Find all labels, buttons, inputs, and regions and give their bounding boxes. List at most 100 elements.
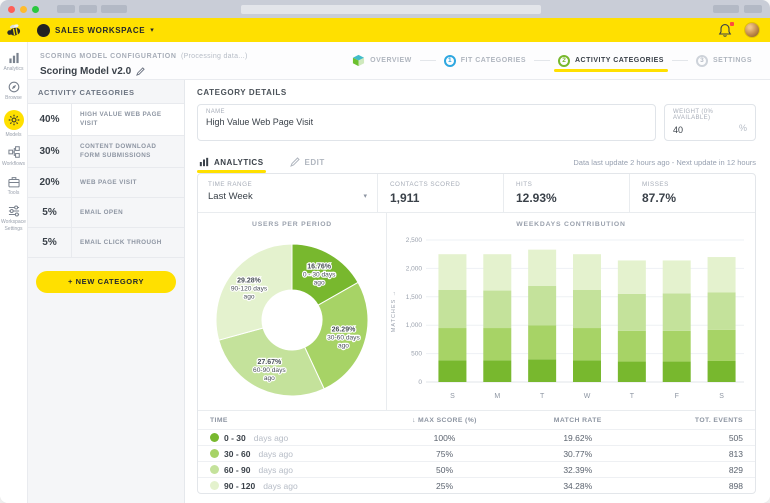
category-details-section: CATEGORY DETAILS NAME High Value Web Pag… [185,80,770,503]
page-title: Scoring Model v2.0 [40,65,132,77]
workspace-name: SALES WORKSPACE [55,25,146,35]
svg-text:S: S [450,393,455,400]
svg-text:2,000: 2,000 [406,265,423,272]
table-row: 0 - 30 days ago 100% 19.62% 505 [198,429,755,445]
legend-dot [210,433,219,442]
step-activity-categories[interactable]: 2 ACTIVITY CATEGORIES [554,42,668,79]
minimize-window-button[interactable] [20,5,27,13]
workflow-icon [7,146,20,159]
time-range-value: Last Week [208,191,253,202]
zoom-window-button[interactable] [32,5,39,13]
svg-text:1,500: 1,500 [406,294,423,301]
chevron-down-icon: ▾ [150,27,154,34]
category-row-email-open[interactable]: 5% EMAIL OPEN [28,196,184,227]
svg-text:T: T [540,393,545,400]
step-number-badge: 2 [558,54,570,67]
data-update-note: Data last update 2 hours ago - Next upda… [573,158,756,167]
detail-tabs: ANALYTICS EDIT Data last update 2 hours … [197,151,756,173]
weight-field[interactable]: WEIGHT (0% AVAILABLE) 40 % [664,104,756,141]
edit-title-pencil-icon[interactable] [136,66,145,76]
svg-text:2,500: 2,500 [406,237,423,244]
sidebar-item-browse[interactable]: Browse [0,77,27,104]
users-per-period-chart: USERS PER PERIOD 16.76% 0 - 30 days ago 26.… [198,213,386,410]
table-row: 60 - 90 days ago 50% 32.39% 829 [198,461,755,477]
chart-title: WEEKDAYS CONTRIBUTION [516,221,626,228]
svg-text:500: 500 [411,351,422,358]
breadcrumb: SCORING MODEL CONFIGURATION [40,52,177,60]
browser-control-placeholder [713,5,739,13]
step-connector [534,60,550,61]
close-window-button[interactable] [8,5,15,13]
time-range-select[interactable]: TIME RANGE Last Week ▾ [198,174,378,212]
notification-badge [730,21,734,26]
workspace-switcher[interactable]: SALES WORKSPACE ▾ [37,23,154,37]
activity-categories-panel: ACTIVITY CATEGORIES 40% HIGH VALUE WEB P… [28,80,185,503]
svg-text:1,000: 1,000 [406,322,423,329]
icon-sidebar: Analytics Browse Models Workflows Tools … [0,42,28,503]
stats-row: TIME RANGE Last Week ▾ CONTACTS SCORED 1… [198,174,755,213]
period-stats-table: TIME ↓ MAX SCORE (%) MATCH RATE TOT. EVEN… [198,411,755,493]
browser-tab-placeholder [101,5,127,13]
pencil-icon [289,157,300,167]
sidebar-item-workspace-settings[interactable]: Workspace Settings [0,201,27,235]
stat-hits: HITS 12.93% [504,174,630,212]
cube-icon [353,54,365,67]
panel-title: ACTIVITY CATEGORIES [38,88,135,97]
user-avatar[interactable] [744,22,760,38]
step-connector [419,60,436,61]
step-connector [671,60,688,61]
compass-icon [7,80,20,93]
wizard-steps: OVERVIEW 1 FIT CATEGORIES 2 ACTIVITY CAT… [352,42,752,79]
category-row-web-page-visit[interactable]: 20% WEB PAGE VISIT [28,166,184,197]
briefcase-icon [7,175,20,188]
tab-analytics[interactable]: ANALYTICS [197,157,266,173]
percent-suffix: % [738,123,747,133]
legend-dot [210,449,219,458]
sidebar-item-analytics[interactable]: Analytics [0,48,27,75]
table-row: 90 - 120 days ago 25% 34.28% 898 [198,477,755,493]
brand-bee-icon [7,23,21,35]
stacked-bar-chart: 0 500 1,000 1,500 2,000 2,500 MATCHES → S M T W T F S [391,237,744,400]
category-row-content-download[interactable]: 30% CONTENT DOWNLOAD FORM SUBMISSIONS [28,134,184,167]
category-row-email-click-through[interactable]: 5% EMAIL CLICK THROUGH [28,226,184,258]
step-fit-categories[interactable]: 1 FIT CATEGORIES [443,42,526,79]
chevron-down-icon: ▾ [363,193,367,200]
browser-tab-placeholder [57,5,75,13]
donut-chart: 16.76% 0 - 30 days ago26.29% 30-60 days ago2… [215,243,369,397]
name-field[interactable]: NAME High Value Web Page Visit [197,104,656,141]
svg-text:MATCHES →: MATCHES → [391,290,397,333]
weight-field-value: 40 [673,125,684,135]
gear-icon [3,109,24,130]
svg-text:M: M [494,393,500,400]
sortable-column-max-score[interactable]: ↓ MAX SCORE (%) [381,417,509,424]
bar-chart-icon [7,51,20,64]
app-window: SALES WORKSPACE ▾ Analytics Browse Model… [0,0,770,503]
sidebar-item-workflows[interactable]: Workflows [0,143,27,170]
category-row-high-value-web-page-visit[interactable]: 40% HIGH VALUE WEB PAGE VISIT [28,103,184,135]
app-topbar: SALES WORKSPACE ▾ [0,18,770,42]
step-settings[interactable]: 3 SETTINGS [695,42,752,79]
step-overview[interactable]: OVERVIEW [352,42,412,79]
page-header: SCORING MODEL CONFIGURATION (Processing … [28,42,770,80]
address-bar[interactable] [241,4,541,14]
new-category-button[interactable]: + NEW CATEGORY [36,270,176,293]
sort-desc-icon: ↓ [412,416,416,424]
browser-tab-placeholder [79,5,97,13]
weekdays-contribution-chart: WEEKDAYS CONTRIBUTION 0 500 1,000 1,500 2,00… [386,213,755,410]
svg-text:F: F [675,393,679,400]
processing-status: (Processing data...) [180,52,248,60]
analytics-card: TIME RANGE Last Week ▾ CONTACTS SCORED 1… [197,173,756,494]
bar-chart-icon [199,157,209,167]
svg-text:W: W [584,393,591,400]
legend-dot [210,465,219,474]
svg-text:0: 0 [418,379,422,386]
name-field-value: High Value Web Page Visit [206,117,314,127]
step-number-badge: 1 [443,54,456,67]
sidebar-item-tools[interactable]: Tools [0,172,27,199]
browser-control-placeholder [744,5,762,13]
sidebar-item-models[interactable]: Models [0,107,27,141]
notifications-button[interactable] [718,21,734,38]
window-controls [8,5,39,13]
charts-row: USERS PER PERIOD 16.76% 0 - 30 days ago 26.… [198,213,755,411]
tab-edit[interactable]: EDIT [288,157,327,173]
